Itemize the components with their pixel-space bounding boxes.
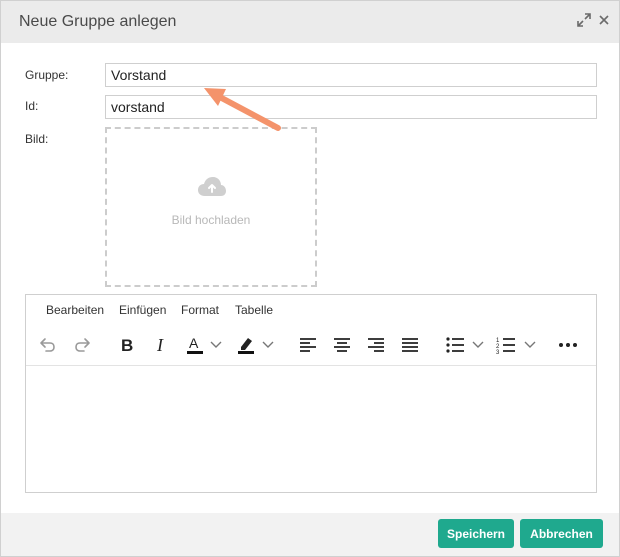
close-icon[interactable] <box>596 12 612 28</box>
text-color-icon[interactable]: A <box>183 333 207 357</box>
dialog-footer: Speichern Abbrechen <box>1 513 619 556</box>
cloud-upload-icon <box>197 176 227 203</box>
highlight-color-icon[interactable] <box>234 333 258 357</box>
more-icon[interactable] <box>556 333 580 357</box>
redo-icon[interactable] <box>71 333 95 357</box>
editor-content-area[interactable] <box>26 366 596 492</box>
bullet-list-icon[interactable] <box>443 333 467 357</box>
bild-label: Bild: <box>25 132 49 146</box>
text-color-dropdown-icon[interactable] <box>209 333 223 357</box>
gruppe-label: Gruppe: <box>25 68 69 82</box>
justify-icon[interactable] <box>398 333 422 357</box>
save-button[interactable]: Speichern <box>438 519 514 548</box>
svg-text:3: 3 <box>496 350 500 354</box>
menu-einfuegen[interactable]: Einfügen <box>119 303 166 317</box>
id-input[interactable] <box>105 95 597 119</box>
id-label: Id: <box>25 99 39 113</box>
align-right-icon[interactable] <box>364 333 388 357</box>
upload-text: Bild hochladen <box>171 213 251 227</box>
dialog-title: Neue Gruppe anlegen <box>19 13 177 30</box>
bold-icon[interactable]: B <box>115 333 139 357</box>
italic-icon[interactable]: I <box>149 333 173 357</box>
align-left-icon[interactable] <box>296 333 320 357</box>
svg-text:B: B <box>121 336 133 355</box>
menu-tabelle[interactable]: Tabelle <box>235 303 273 317</box>
maximize-icon[interactable] <box>576 12 592 28</box>
menu-format[interactable]: Format <box>181 303 219 317</box>
svg-text:I: I <box>156 335 164 355</box>
highlight-color-dropdown-icon[interactable] <box>261 333 275 357</box>
cancel-button[interactable]: Abbrechen <box>520 519 603 548</box>
undo-icon[interactable] <box>35 333 59 357</box>
editor-menubar: Bearbeiten Einfügen Format Tabelle <box>26 295 596 325</box>
dialog-titlebar[interactable]: Neue Gruppe anlegen <box>1 1 619 43</box>
new-group-dialog: Neue Gruppe anlegen Gruppe: Id: Bild: Bi… <box>0 0 620 557</box>
gruppe-input[interactable] <box>105 63 597 87</box>
numbered-list-icon[interactable]: 123 <box>494 333 518 357</box>
pointer-arrow-annotation <box>196 81 286 141</box>
bullet-list-dropdown-icon[interactable] <box>471 333 485 357</box>
image-upload-dropzone[interactable]: Bild hochladen <box>105 127 317 287</box>
svg-text:A: A <box>189 335 199 351</box>
align-center-icon[interactable] <box>330 333 354 357</box>
menu-bearbeiten[interactable]: Bearbeiten <box>46 303 104 317</box>
numbered-list-dropdown-icon[interactable] <box>523 333 537 357</box>
rich-text-editor: Bearbeiten Einfügen Format Tabelle B I A <box>25 294 597 493</box>
